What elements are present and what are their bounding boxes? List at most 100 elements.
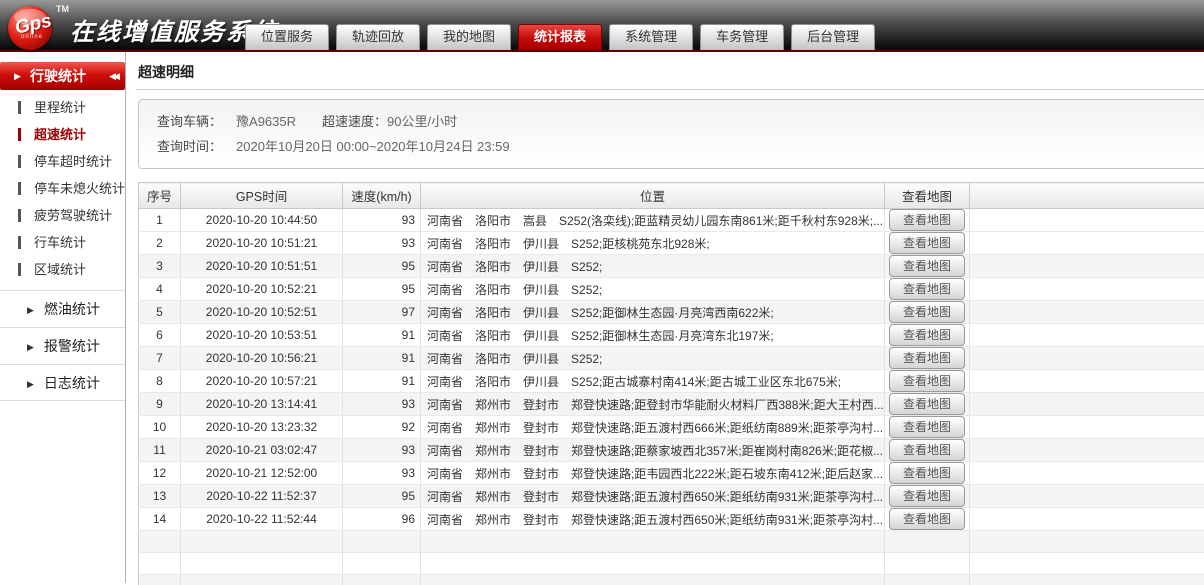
nav-tab[interactable]: 系统管理 — [609, 24, 693, 50]
sidebar-item[interactable]: 停车未熄火统计 — [0, 175, 125, 202]
sidebar-section-label: 日志统计 — [44, 375, 100, 391]
table-row: 132020-10-22 11:52:3795河南省 郑州市 登封市 郑登快速路… — [139, 485, 1204, 508]
query-vehicle-value: 豫A9635R — [236, 114, 296, 129]
table-cell-loc — [421, 553, 885, 575]
sidebar-item[interactable]: 区域统计 — [0, 256, 125, 283]
view-map-button[interactable]: 查看地图 — [889, 439, 965, 461]
sidebar-item[interactable]: 里程统计 — [0, 94, 125, 121]
sidebar-item[interactable]: 超速统计 — [0, 121, 125, 148]
item-bar-icon — [18, 182, 21, 195]
table-cell-time: 2020-10-20 10:53:51 — [181, 324, 343, 347]
sidebar-section-label: 行驶统计 — [30, 68, 86, 84]
table-cell-speed: 93 — [343, 232, 421, 255]
item-bar-icon — [18, 209, 21, 222]
table-cell-no: 2 — [139, 232, 181, 255]
nav-tab[interactable]: 我的地图 — [427, 24, 511, 50]
table-cell-no: 4 — [139, 278, 181, 301]
view-map-button[interactable]: 查看地图 — [889, 209, 965, 231]
main-content: 超速明细 查询车辆：豫A9635R超速速度：90公里/小时 查询时间：2020年… — [126, 52, 1204, 583]
main-nav-tabs: 位置服务轨迹回放我的地图统计报表系统管理车务管理后台管理 — [245, 24, 882, 50]
sidebar-section-label: 燃油统计 — [44, 301, 100, 317]
table-header-cell: GPS时间 — [181, 183, 343, 209]
table-cell-map: 查看地图 — [885, 393, 970, 416]
table-cell-time: 2020-10-20 10:51:21 — [181, 232, 343, 255]
table-cell-fill — [970, 531, 1204, 553]
table-cell-loc: 河南省 郑州市 登封市 郑登快速路;距登封市华能耐火材料厂西388米;距大王村西… — [421, 393, 885, 416]
table-cell-loc: 河南省 洛阳市 嵩县 S252(洛栾线);距蓝精灵幼儿园东南861米;距千秋村东… — [421, 209, 885, 232]
nav-tab[interactable]: 统计报表 — [518, 24, 602, 50]
sidebar-item[interactable]: 停车超时统计 — [0, 148, 125, 175]
table-cell-time: 2020-10-20 10:56:21 — [181, 347, 343, 370]
table-cell-map: 查看地图 — [885, 278, 970, 301]
sidebar-section-driving-stats[interactable]: ▶ 行驶统计 ◀◀ — [0, 62, 125, 90]
table-cell-fill — [970, 485, 1204, 508]
sidebar-item[interactable]: 行车统计 — [0, 229, 125, 256]
table-row: 122020-10-21 12:52:0093河南省 郑州市 登封市 郑登快速路… — [139, 462, 1204, 485]
sidebar-collapsed-section[interactable]: ▶燃油统计 — [0, 290, 125, 327]
table-cell-speed: 93 — [343, 462, 421, 485]
view-map-button[interactable]: 查看地图 — [889, 393, 965, 415]
table-cell-loc: 河南省 洛阳市 伊川县 S252;距御林生态园·月亮湾东北197米; — [421, 324, 885, 347]
sidebar-collapsed-section[interactable]: ▶日志统计 — [0, 364, 125, 401]
table-cell-loc: 河南省 洛阳市 伊川县 S252;距古城寨村南414米;距古城工业区东北675米… — [421, 370, 885, 393]
table-cell-time: 2020-10-20 13:23:32 — [181, 416, 343, 439]
sidebar-item[interactable]: 疲劳驾驶统计 — [0, 202, 125, 229]
table-header-cell — [970, 183, 1204, 209]
nav-tab[interactable]: 位置服务 — [245, 24, 329, 50]
table-cell-speed: 95 — [343, 255, 421, 278]
view-map-button[interactable]: 查看地图 — [889, 255, 965, 277]
app-header: Gps online TM 在线增值服务系统 位置服务轨迹回放我的地图统计报表系… — [0, 0, 1204, 52]
sidebar-collapsed-sections: ▶燃油统计▶报警统计▶日志统计 — [0, 290, 125, 401]
table-cell-time: 2020-10-20 10:51:51 — [181, 255, 343, 278]
view-map-button[interactable]: 查看地图 — [889, 462, 965, 484]
table-header-cell: 查看地图 — [885, 183, 970, 209]
table-cell-fill — [970, 462, 1204, 485]
sidebar-item-label: 里程统计 — [34, 100, 86, 115]
table-cell-speed: 93 — [343, 393, 421, 416]
table-cell-time: 2020-10-21 12:52:00 — [181, 462, 343, 485]
sidebar-item-label: 区域统计 — [34, 262, 86, 277]
table-cell-speed: 95 — [343, 485, 421, 508]
gps-logo-circle: Gps online — [8, 6, 52, 50]
table-cell-fill — [970, 370, 1204, 393]
view-map-button[interactable]: 查看地图 — [889, 508, 965, 530]
table-cell-speed: 91 — [343, 324, 421, 347]
table-cell-time: 2020-10-22 11:52:37 — [181, 485, 343, 508]
view-map-button[interactable]: 查看地图 — [889, 416, 965, 438]
table-cell-fill — [970, 393, 1204, 416]
nav-tab[interactable]: 轨迹回放 — [336, 24, 420, 50]
table-cell-fill — [970, 324, 1204, 347]
table-row: 32020-10-20 10:51:5195河南省 洛阳市 伊川县 S252;查… — [139, 255, 1204, 278]
table-cell-time — [181, 575, 343, 585]
view-map-button[interactable]: 查看地图 — [889, 347, 965, 369]
table-row: 72020-10-20 10:56:2191河南省 洛阳市 伊川县 S252;查… — [139, 347, 1204, 370]
table-cell-map: 查看地图 — [885, 301, 970, 324]
view-map-button[interactable]: 查看地图 — [889, 301, 965, 323]
table-cell-time: 2020-10-20 10:52:21 — [181, 278, 343, 301]
sidebar-item-label: 停车未熄火统计 — [34, 181, 125, 196]
table-cell-no — [139, 575, 181, 585]
item-bar-icon — [18, 263, 21, 276]
table-cell-loc: 河南省 洛阳市 伊川县 S252; — [421, 347, 885, 370]
sidebar-item-label: 行车统计 — [34, 235, 86, 250]
table-cell-speed: 93 — [343, 439, 421, 462]
collapse-sidebar-icon[interactable]: ◀◀ — [109, 62, 117, 90]
table-cell-speed: 92 — [343, 416, 421, 439]
table-body: 12020-10-20 10:44:5093河南省 洛阳市 嵩县 S252(洛栾… — [139, 209, 1204, 585]
view-map-button[interactable]: 查看地图 — [889, 485, 965, 507]
view-map-button[interactable]: 查看地图 — [889, 324, 965, 346]
sidebar-item-label: 停车超时统计 — [34, 154, 112, 169]
sidebar-collapsed-section[interactable]: ▶报警统计 — [0, 327, 125, 364]
view-map-button[interactable]: 查看地图 — [889, 370, 965, 392]
table-cell-map: 查看地图 — [885, 347, 970, 370]
nav-tab[interactable]: 车务管理 — [700, 24, 784, 50]
table-row: 142020-10-22 11:52:4496河南省 郑州市 登封市 郑登快速路… — [139, 508, 1204, 531]
table-row: 62020-10-20 10:53:5191河南省 洛阳市 伊川县 S252;距… — [139, 324, 1204, 347]
table-cell-fill — [970, 508, 1204, 531]
table-row: 52020-10-20 10:52:5197河南省 洛阳市 伊川县 S252;距… — [139, 301, 1204, 324]
view-map-button[interactable]: 查看地图 — [889, 278, 965, 300]
page-body: ▶ 行驶统计 ◀◀ 里程统计超速统计停车超时统计停车未熄火统计疲劳驾驶统计行车统… — [0, 52, 1204, 583]
page-title: 超速明细 — [138, 62, 1204, 89]
nav-tab[interactable]: 后台管理 — [791, 24, 875, 50]
view-map-button[interactable]: 查看地图 — [889, 232, 965, 254]
